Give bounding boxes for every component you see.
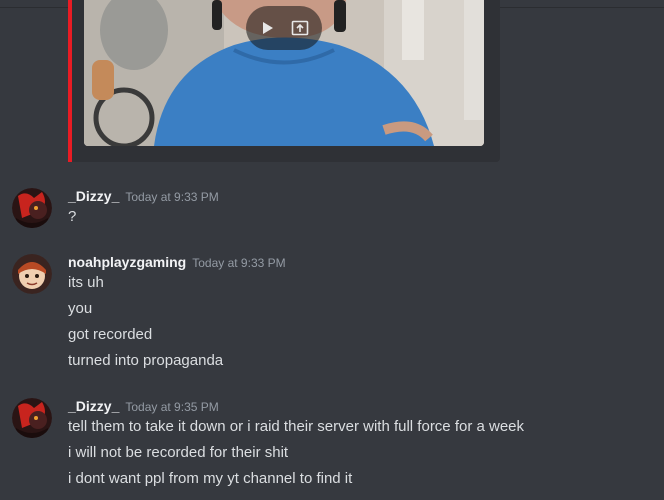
avatar[interactable] — [12, 254, 52, 294]
message-text: you — [68, 300, 93, 317]
video-thumbnail[interactable] — [84, 0, 484, 146]
media-controls — [246, 6, 322, 50]
avatar[interactable] — [12, 188, 52, 228]
username[interactable]: _Dizzy_ — [68, 398, 119, 414]
message-text: got recorded — [68, 326, 153, 343]
message-text: i dont want ppl from my yt channel to fi… — [68, 470, 353, 487]
message-text: tell them to take it down or i raid thei… — [68, 418, 525, 435]
video-embed — [68, 0, 500, 162]
timestamp: Today at 9:33 PM — [192, 256, 286, 270]
open-external-icon[interactable] — [288, 16, 312, 40]
message-text: turned into propaganda — [68, 352, 224, 369]
avatar[interactable] — [12, 398, 52, 438]
embed-accent-bar — [68, 0, 72, 162]
message-text: i will not be recorded for their shit — [68, 444, 289, 461]
username[interactable]: _Dizzy_ — [68, 188, 119, 204]
message-text: ? — [68, 208, 77, 225]
play-icon[interactable] — [256, 16, 280, 40]
message-text: its uh — [68, 274, 104, 291]
chat-view: _Dizzy_ Today at 9:33 PM ? noahplayzgamin… — [0, 0, 664, 500]
username[interactable]: noahplayzgaming — [68, 254, 186, 270]
timestamp: Today at 9:35 PM — [125, 400, 219, 414]
timestamp: Today at 9:33 PM — [125, 190, 219, 204]
